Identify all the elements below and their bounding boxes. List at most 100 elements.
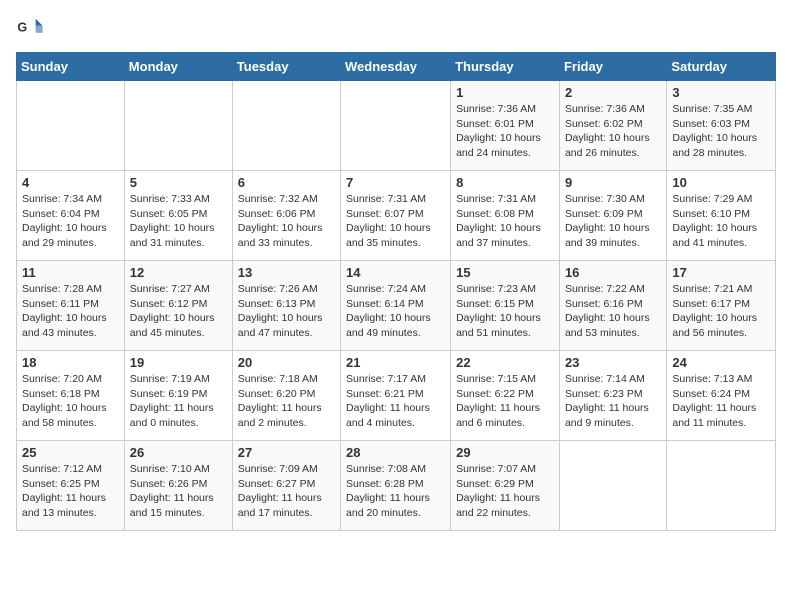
calendar-cell (559, 441, 666, 531)
day-number: 11 (22, 265, 119, 280)
day-detail: Sunrise: 7:14 AMSunset: 6:23 PMDaylight:… (565, 372, 661, 431)
calendar-cell: 17 Sunrise: 7:21 AMSunset: 6:17 PMDayligh… (667, 261, 776, 351)
calendar-cell: 5 Sunrise: 7:33 AMSunset: 6:05 PMDaylight… (124, 171, 232, 261)
logo: G (16, 16, 48, 44)
day-number: 22 (456, 355, 554, 370)
day-detail: Sunrise: 7:19 AMSunset: 6:19 PMDaylight:… (130, 372, 227, 431)
day-detail: Sunrise: 7:33 AMSunset: 6:05 PMDaylight:… (130, 192, 227, 251)
day-detail: Sunrise: 7:34 AMSunset: 6:04 PMDaylight:… (22, 192, 119, 251)
calendar-cell: 18 Sunrise: 7:20 AMSunset: 6:18 PMDayligh… (17, 351, 125, 441)
calendar-cell (232, 81, 340, 171)
header-sunday: Sunday (17, 53, 125, 81)
header: G (16, 16, 776, 44)
calendar-cell: 2 Sunrise: 7:36 AMSunset: 6:02 PMDaylight… (559, 81, 666, 171)
day-detail: Sunrise: 7:08 AMSunset: 6:28 PMDaylight:… (346, 462, 445, 521)
day-detail: Sunrise: 7:36 AMSunset: 6:02 PMDaylight:… (565, 102, 661, 161)
calendar-cell: 7 Sunrise: 7:31 AMSunset: 6:07 PMDaylight… (341, 171, 451, 261)
day-detail: Sunrise: 7:28 AMSunset: 6:11 PMDaylight:… (22, 282, 119, 341)
week-row-2: 4 Sunrise: 7:34 AMSunset: 6:04 PMDaylight… (17, 171, 776, 261)
day-number: 13 (238, 265, 335, 280)
day-number: 4 (22, 175, 119, 190)
calendar-cell: 20 Sunrise: 7:18 AMSunset: 6:20 PMDayligh… (232, 351, 340, 441)
day-detail: Sunrise: 7:27 AMSunset: 6:12 PMDaylight:… (130, 282, 227, 341)
day-detail: Sunrise: 7:07 AMSunset: 6:29 PMDaylight:… (456, 462, 554, 521)
day-number: 5 (130, 175, 227, 190)
day-detail: Sunrise: 7:26 AMSunset: 6:13 PMDaylight:… (238, 282, 335, 341)
calendar-cell: 22Sunrise: 7:15 AMSunset: 6:22 PMDayligh… (451, 351, 560, 441)
day-detail: Sunrise: 7:22 AMSunset: 6:16 PMDaylight:… (565, 282, 661, 341)
calendar-cell: 25 Sunrise: 7:12 AMSunset: 6:25 PMDayligh… (17, 441, 125, 531)
svg-text:G: G (17, 20, 27, 34)
day-detail: Sunrise: 7:24 AMSunset: 6:14 PMDaylight:… (346, 282, 445, 341)
calendar-cell: 29 Sunrise: 7:07 AMSunset: 6:29 PMDayligh… (451, 441, 560, 531)
day-detail: Sunrise: 7:32 AMSunset: 6:06 PMDaylight:… (238, 192, 335, 251)
header-wednesday: Wednesday (341, 53, 451, 81)
header-saturday: Saturday (667, 53, 776, 81)
day-detail: Sunrise: 7:12 AMSunset: 6:25 PMDaylight:… (22, 462, 119, 521)
calendar-cell: 13 Sunrise: 7:26 AMSunset: 6:13 PMDayligh… (232, 261, 340, 351)
day-detail: Sunrise: 7:29 AMSunset: 6:10 PMDaylight:… (672, 192, 770, 251)
calendar-cell: 27 Sunrise: 7:09 AMSunset: 6:27 PMDayligh… (232, 441, 340, 531)
day-detail: Sunrise: 7:10 AMSunset: 6:26 PMDaylight:… (130, 462, 227, 521)
calendar-cell: 23 Sunrise: 7:14 AMSunset: 6:23 PMDayligh… (559, 351, 666, 441)
day-detail: Sunrise: 7:18 AMSunset: 6:20 PMDaylight:… (238, 372, 335, 431)
calendar-cell: 8 Sunrise: 7:31 AMSunset: 6:08 PMDaylight… (451, 171, 560, 261)
day-number: 9 (565, 175, 661, 190)
day-detail: Sunrise: 7:13 AMSunset: 6:24 PMDaylight:… (672, 372, 770, 431)
day-detail: Sunrise: 7:21 AMSunset: 6:17 PMDaylight:… (672, 282, 770, 341)
week-row-4: 18 Sunrise: 7:20 AMSunset: 6:18 PMDayligh… (17, 351, 776, 441)
day-number: 24 (672, 355, 770, 370)
calendar-cell: 9 Sunrise: 7:30 AMSunset: 6:09 PMDaylight… (559, 171, 666, 261)
day-number: 16 (565, 265, 661, 280)
day-detail: Sunrise: 7:17 AMSunset: 6:21 PMDaylight:… (346, 372, 445, 431)
day-number: 29 (456, 445, 554, 460)
day-number: 21 (346, 355, 445, 370)
week-row-3: 11 Sunrise: 7:28 AMSunset: 6:11 PMDayligh… (17, 261, 776, 351)
day-number: 23 (565, 355, 661, 370)
day-number: 28 (346, 445, 445, 460)
day-number: 20 (238, 355, 335, 370)
day-detail: Sunrise: 7:20 AMSunset: 6:18 PMDaylight:… (22, 372, 119, 431)
calendar-cell: 14Sunrise: 7:24 AMSunset: 6:14 PMDayligh… (341, 261, 451, 351)
calendar-cell: 10Sunrise: 7:29 AMSunset: 6:10 PMDayligh… (667, 171, 776, 261)
calendar-cell: 1 Sunrise: 7:36 AMSunset: 6:01 PMDaylight… (451, 81, 560, 171)
calendar-cell (17, 81, 125, 171)
day-detail: Sunrise: 7:36 AMSunset: 6:01 PMDaylight:… (456, 102, 554, 161)
header-monday: Monday (124, 53, 232, 81)
calendar-cell (341, 81, 451, 171)
calendar-table: SundayMondayTuesdayWednesdayThursdayFrid… (16, 52, 776, 531)
calendar-cell: 28 Sunrise: 7:08 AMSunset: 6:28 PMDayligh… (341, 441, 451, 531)
day-number: 1 (456, 85, 554, 100)
calendar-cell: 12 Sunrise: 7:27 AMSunset: 6:12 PMDayligh… (124, 261, 232, 351)
header-thursday: Thursday (451, 53, 560, 81)
day-number: 7 (346, 175, 445, 190)
calendar-cell: 15 Sunrise: 7:23 AMSunset: 6:15 PMDayligh… (451, 261, 560, 351)
calendar-cell: 16 Sunrise: 7:22 AMSunset: 6:16 PMDayligh… (559, 261, 666, 351)
calendar-cell: 26Sunrise: 7:10 AMSunset: 6:26 PMDayligh… (124, 441, 232, 531)
day-number: 12 (130, 265, 227, 280)
calendar-cell: 21 Sunrise: 7:17 AMSunset: 6:21 PMDayligh… (341, 351, 451, 441)
header-friday: Friday (559, 53, 666, 81)
day-number: 15 (456, 265, 554, 280)
day-number: 3 (672, 85, 770, 100)
day-detail: Sunrise: 7:35 AMSunset: 6:03 PMDaylight:… (672, 102, 770, 161)
day-detail: Sunrise: 7:31 AMSunset: 6:08 PMDaylight:… (456, 192, 554, 251)
day-detail: Sunrise: 7:31 AMSunset: 6:07 PMDaylight:… (346, 192, 445, 251)
day-detail: Sunrise: 7:09 AMSunset: 6:27 PMDaylight:… (238, 462, 335, 521)
day-number: 8 (456, 175, 554, 190)
calendar-cell: 4 Sunrise: 7:34 AMSunset: 6:04 PMDaylight… (17, 171, 125, 261)
calendar-cell: 11 Sunrise: 7:28 AMSunset: 6:11 PMDayligh… (17, 261, 125, 351)
day-number: 17 (672, 265, 770, 280)
logo-icon: G (16, 16, 44, 44)
day-detail: Sunrise: 7:23 AMSunset: 6:15 PMDaylight:… (456, 282, 554, 341)
day-number: 27 (238, 445, 335, 460)
week-row-1: 1 Sunrise: 7:36 AMSunset: 6:01 PMDaylight… (17, 81, 776, 171)
day-number: 25 (22, 445, 119, 460)
calendar-cell (667, 441, 776, 531)
day-detail: Sunrise: 7:30 AMSunset: 6:09 PMDaylight:… (565, 192, 661, 251)
day-number: 2 (565, 85, 661, 100)
day-number: 18 (22, 355, 119, 370)
day-number: 19 (130, 355, 227, 370)
calendar-cell: 3 Sunrise: 7:35 AMSunset: 6:03 PMDaylight… (667, 81, 776, 171)
calendar-cell: 6Sunrise: 7:32 AMSunset: 6:06 PMDaylight… (232, 171, 340, 261)
